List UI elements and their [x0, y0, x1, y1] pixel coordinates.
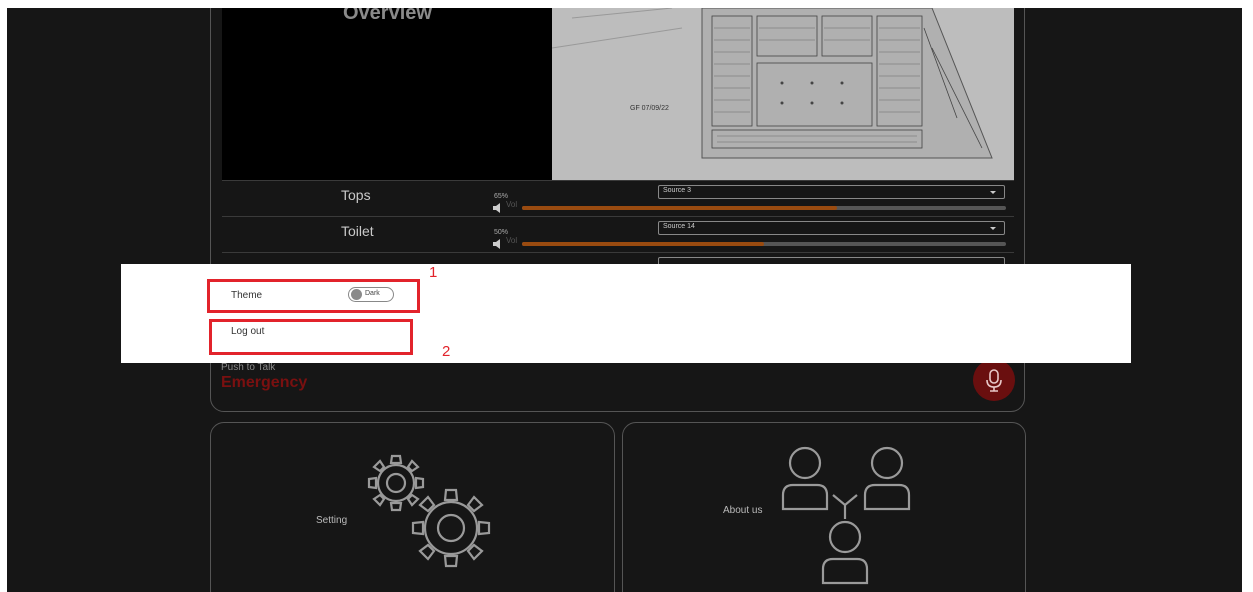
overview-title: Overview [343, 8, 432, 24]
push-to-talk-label: Push to Talk [221, 362, 276, 373]
annotation-number-1: 1 [429, 264, 438, 281]
about-us-card-label: About us [723, 505, 763, 516]
chevron-down-icon [990, 227, 996, 230]
source-select-value: Source 3 [663, 187, 692, 194]
floor-plan-drawing: GF 07/09/22 [552, 8, 1014, 180]
zone-name: Tops [341, 187, 371, 203]
volume-label: Vol [506, 236, 518, 245]
zone-name: Toilet [341, 223, 374, 239]
gears-icon [367, 454, 491, 568]
speaker-icon [493, 203, 500, 213]
microphone-icon [986, 369, 1002, 392]
volume-slider[interactable] [522, 206, 1006, 210]
zone-row-toilet: Toilet 50% Vol Source 14 [222, 216, 1014, 253]
speaker-icon [493, 239, 500, 249]
setting-card-label: Setting [316, 515, 348, 526]
team-icon [781, 446, 911, 585]
source-select[interactable]: Source 3 [658, 185, 1005, 199]
setting-card[interactable]: Setting [210, 422, 615, 592]
mic-button[interactable] [973, 359, 1015, 401]
volume-slider[interactable] [522, 242, 1006, 246]
source-select[interactable]: Source 14 [658, 221, 1005, 235]
volume-label: Vol [506, 200, 518, 209]
volume-percent: 65% [494, 193, 509, 200]
volume-percent: 50% [494, 229, 509, 236]
video-area [222, 8, 552, 180]
chevron-down-icon [990, 191, 996, 194]
volume-slider-fill [522, 242, 764, 246]
source-select-value: Source 14 [663, 223, 695, 230]
push-to-talk-value: Emergency [221, 374, 308, 391]
volume-slider-fill [522, 206, 837, 210]
about-us-card[interactable]: About us [622, 422, 1026, 592]
floor-plan-image[interactable]: GF 07/09/22 [552, 8, 1014, 180]
annotation-box-logout [209, 319, 413, 355]
annotation-box-theme [207, 279, 420, 313]
zone-row-tops: Tops 65% Vol Source 3 [222, 180, 1014, 217]
floor-plan-label: GF 07/09/22 [630, 105, 669, 112]
annotation-number-2: 2 [442, 343, 451, 360]
